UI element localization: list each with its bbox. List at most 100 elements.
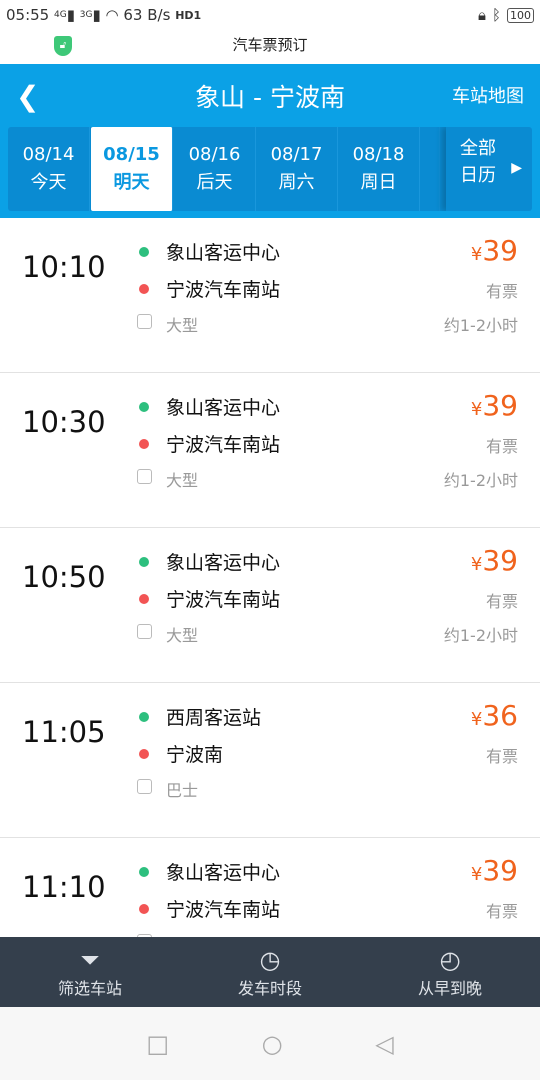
from-station: 象山客运中心 [166,552,281,574]
bluetooth-icon: ᛒ [491,6,501,24]
date-strip: 08/14 今天 08/15 明天 08/16 后天 08/17 周六 08/18 周日 全部 日历 ▶ [8,127,532,211]
date-value: 08/17 [270,144,323,165]
station-map-button[interactable]: 车站地图 [452,82,524,108]
bus-type: 大型 [166,316,199,335]
currency: ¥ [470,399,483,420]
availability: 有票 [485,747,518,766]
arrive-dot-icon [139,284,149,294]
recents-button[interactable]: □ [146,1030,169,1058]
all-calendar-button[interactable]: 全部 日历 ▶ [446,127,532,211]
departure-time: 10:10 [22,250,106,284]
depart-dot-icon [139,712,149,722]
availability: 有票 [485,437,518,456]
trip-row[interactable]: 10:50 象山客运中心 宁波汽车南站 大型 ¥39 有票 约1-2小时 [0,528,540,683]
price-value: 39 [482,544,518,577]
bus-icon [137,469,152,484]
to-station: 宁波汽车南站 [166,899,281,921]
departure-period-button[interactable]: ◷ 发车时段 [180,937,360,1007]
date-value: 08/16 [188,144,241,165]
period-label: 发车时段 [237,979,302,998]
system-nav-bar: □ ○ ◁ [0,1007,540,1080]
duration: 约1-2小时 [443,626,518,645]
depart-dot-icon [139,402,149,412]
availability: 有票 [485,592,518,611]
currency: ¥ [470,244,483,265]
back-nav-button[interactable]: ◁ [375,1030,393,1058]
date-value: 08/15 [103,144,160,165]
price: ¥39 [471,544,518,577]
bus-icon [137,624,152,639]
price-value: 39 [482,234,518,267]
signal-bars-icon: ▮ [92,6,101,24]
bus-type: 大型 [166,626,199,645]
clock-icon: ◴ [439,946,461,974]
app-title: 汽车票预订 [232,36,308,54]
trip-row[interactable]: 10:30 象山客运中心 宁波汽车南站 大型 ¥39 有票 约1-2小时 [0,373,540,528]
home-button[interactable]: ○ [262,1030,283,1058]
signal-3g-icon: 3G [79,10,93,20]
date-tab-08-16[interactable]: 08/16 后天 [174,127,256,211]
date-value: 08/18 [352,144,405,165]
currency: ¥ [470,554,483,575]
price: ¥39 [471,234,518,267]
departure-time: 11:05 [22,715,106,749]
price-value: 39 [482,389,518,422]
bus-icon [137,314,152,329]
price: ¥39 [471,854,518,887]
battery-icon: 100 [507,7,534,23]
currency: ¥ [470,709,483,730]
filter-icon: ⏷ [80,946,100,974]
arrive-dot-icon [139,749,149,759]
bottom-toolbar: ⏷ 筛选车站 ◷ 发车时段 ◴ 从早到晚 [0,937,540,1007]
date-tab-08-18[interactable]: 08/18 周日 [338,127,420,211]
bus-type: 大型 [166,471,199,490]
date-tab-08-14[interactable]: 08/14 今天 [8,127,90,211]
price: ¥36 [471,699,518,732]
date-value: 08/14 [22,144,75,165]
from-station: 象山客运中心 [166,862,281,884]
from-station: 西周客运站 [166,707,262,729]
date-label: 周日 [360,172,397,193]
timer-icon: ◷ [259,946,281,974]
trip-row[interactable]: 11:05 西周客运站 宁波南 巴士 ¥36 有票 [0,683,540,838]
arrive-dot-icon [139,904,149,914]
price-value: 36 [482,699,518,732]
duration: 约1-2小时 [443,316,518,335]
bus-icon [137,779,152,794]
filter-label: 筛选车站 [57,979,122,998]
clock: 05:55 [6,6,50,24]
from-station: 象山客运中心 [166,242,281,264]
date-tab-08-17[interactable]: 08/17 周六 [256,127,338,211]
hd-icon: HD1 [175,8,202,22]
sort-time-button[interactable]: ◴ 从早到晚 [360,937,540,1007]
date-label: 后天 [196,172,233,193]
rotation-lock-icon: 🔒︎ [478,6,486,24]
arrive-dot-icon [139,594,149,604]
depart-dot-icon [139,557,149,567]
caret-right-icon: ▶ [511,160,522,176]
to-station: 宁波南 [166,744,224,766]
sort-label: 从早到晚 [417,979,482,998]
to-station: 宁波汽车南站 [166,589,281,611]
departure-time: 10:30 [22,405,106,439]
date-tab-08-15[interactable]: 08/15 明天 [91,127,173,211]
signal-bars-icon: ▮ [66,6,75,24]
filter-station-button[interactable]: ⏷ 筛选车站 [0,937,180,1007]
arrive-dot-icon [139,439,149,449]
header: ❮ 象山 - 宁波南 车站地图 08/14 今天 08/15 明天 08/16 后天 08/… [0,64,540,218]
date-tab-partial[interactable] [420,127,440,211]
trip-row[interactable]: 10:10 象山客运中心 宁波汽车南站 大型 ¥39 有票 约1-2小时 [0,218,540,373]
departure-time: 10:50 [22,560,106,594]
net-speed: 63 B/s [123,6,171,24]
price-value: 39 [482,854,518,887]
to-station: 宁波汽车南站 [166,279,281,301]
bus-type: 巴士 [166,781,199,800]
date-label: 今天 [30,172,67,193]
duration: 约1-2小时 [443,471,518,490]
departure-time: 11:10 [22,870,106,904]
wifi-icon: ◠ [105,6,119,24]
to-station: 宁波汽车南站 [166,434,281,456]
status-bar: 05:55 4G ▮ 3G ▮ ◠ 63 B/s HD1 🔒︎ ᛒ 100 [0,0,540,30]
availability: 有票 [485,282,518,301]
date-label: 周六 [278,172,315,193]
